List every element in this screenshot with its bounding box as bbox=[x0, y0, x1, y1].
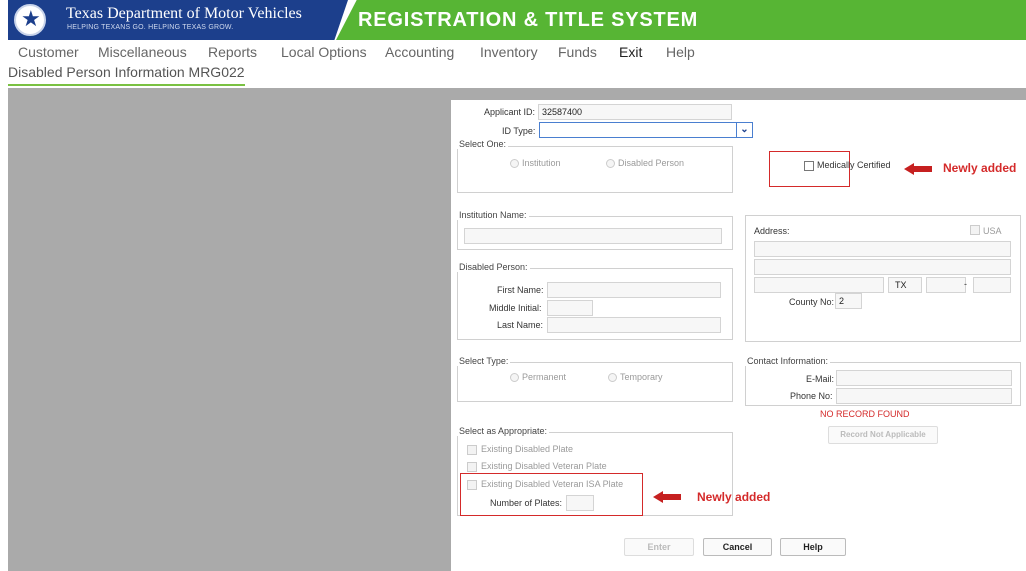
module-title-underline bbox=[8, 84, 245, 86]
menu-reports[interactable]: Reports bbox=[208, 44, 257, 60]
chevron-down-icon[interactable]: ⌄ bbox=[736, 122, 752, 138]
system-title: REGISTRATION & TITLE SYSTEM bbox=[358, 9, 699, 31]
select-type-legend: Select Type: bbox=[457, 356, 511, 366]
app-header: ★ Texas Department of Motor Vehicles HEL… bbox=[0, 0, 1026, 40]
existing-disabled-veteran-plate-checkbox[interactable] bbox=[467, 462, 477, 472]
main-menu: Customer Miscellaneous Reports Local Opt… bbox=[8, 42, 1026, 64]
menu-customer[interactable]: Customer bbox=[18, 44, 79, 60]
menu-inventory[interactable]: Inventory bbox=[480, 44, 538, 60]
zip-input[interactable] bbox=[926, 277, 966, 293]
applicant-id-label: Applicant ID: bbox=[484, 107, 536, 117]
logo-title: Texas Department of Motor Vehicles bbox=[66, 5, 302, 22]
logo-subtitle: HELPING TEXANS GO. HELPING TEXAS GROW. bbox=[67, 24, 234, 31]
disabled-person-radio[interactable] bbox=[606, 159, 615, 168]
temporary-radio[interactable] bbox=[608, 373, 617, 382]
enter-button[interactable]: Enter bbox=[624, 538, 694, 556]
select-appropriate-legend: Select as Appropriate: bbox=[457, 426, 550, 436]
email-input[interactable] bbox=[836, 370, 1012, 386]
permanent-radio[interactable] bbox=[510, 373, 519, 382]
medically-certified-checkbox[interactable] bbox=[804, 161, 814, 171]
menu-miscellaneous[interactable]: Miscellaneous bbox=[98, 44, 187, 60]
background-area bbox=[8, 88, 451, 571]
institution-radio-label: Institution bbox=[522, 158, 561, 168]
star-icon: ★ bbox=[21, 6, 41, 31]
city-input[interactable] bbox=[754, 277, 884, 293]
contact-legend: Contact Information: bbox=[745, 356, 831, 366]
county-no-input[interactable]: 2 bbox=[835, 293, 862, 309]
middle-initial-input[interactable] bbox=[547, 300, 593, 316]
menu-accounting[interactable]: Accounting bbox=[385, 44, 454, 60]
number-of-plates-label: Number of Plates: bbox=[490, 498, 563, 508]
help-button[interactable]: Help bbox=[780, 538, 846, 556]
usa-checkbox[interactable] bbox=[970, 225, 980, 235]
permanent-radio-label: Permanent bbox=[522, 372, 567, 382]
medically-certified-label: Medically Certified bbox=[817, 160, 891, 170]
phone-input[interactable] bbox=[836, 388, 1012, 404]
usa-label: USA bbox=[983, 226, 1002, 236]
id-type-select[interactable]: ⌄ bbox=[539, 122, 753, 138]
first-name-label: First Name: bbox=[497, 285, 544, 295]
middle-initial-label: Middle Initial: bbox=[489, 303, 542, 313]
address-label: Address: bbox=[754, 226, 790, 236]
last-name-input[interactable] bbox=[547, 317, 721, 333]
id-type-label: ID Type: bbox=[502, 126, 536, 136]
email-label: E-Mail: bbox=[806, 374, 835, 384]
applicant-id-field[interactable]: 32587400 bbox=[538, 104, 732, 120]
applicant-id-value: 32587400 bbox=[542, 107, 583, 117]
state-value: TX bbox=[895, 280, 907, 290]
select-one-legend: Select One: bbox=[457, 139, 509, 149]
existing-disabled-plate-checkbox[interactable] bbox=[467, 445, 477, 455]
select-one-group: Select One: bbox=[457, 139, 733, 193]
existing-disabled-veteran-isa-plate-label: Existing Disabled Veteran ISA Plate bbox=[481, 479, 624, 489]
county-no-label: County No: bbox=[789, 297, 835, 307]
newly-added-annotation-2: Newly added bbox=[697, 490, 771, 504]
cancel-button[interactable]: Cancel bbox=[703, 538, 772, 556]
temporary-radio-label: Temporary bbox=[620, 372, 663, 382]
first-name-input[interactable] bbox=[547, 282, 721, 298]
no-record-found: NO RECORD FOUND bbox=[820, 409, 910, 419]
background-band bbox=[451, 88, 1026, 100]
menu-funds[interactable]: Funds bbox=[558, 44, 597, 60]
state-input[interactable]: TX bbox=[888, 277, 922, 293]
newly-added-annotation-1: Newly added bbox=[943, 161, 1017, 175]
last-name-label: Last Name: bbox=[497, 320, 544, 330]
address-line-2[interactable] bbox=[754, 259, 1011, 275]
existing-disabled-veteran-isa-plate-checkbox[interactable] bbox=[467, 480, 477, 490]
arrow-left-icon bbox=[653, 491, 681, 503]
institution-name-legend: Institution Name: bbox=[457, 210, 529, 220]
existing-disabled-plate-label: Existing Disabled Plate bbox=[481, 444, 574, 454]
existing-disabled-veteran-plate-label: Existing Disabled Veteran Plate bbox=[481, 461, 607, 471]
record-not-applicable-button[interactable]: Record Not Applicable bbox=[828, 426, 938, 444]
arrow-left-icon bbox=[904, 163, 932, 175]
zip-dash: - bbox=[964, 279, 967, 289]
phone-label: Phone No: bbox=[790, 391, 833, 401]
number-of-plates-input[interactable] bbox=[566, 495, 594, 511]
institution-radio[interactable] bbox=[510, 159, 519, 168]
module-title: Disabled Person Information MRG022 bbox=[8, 64, 245, 80]
menu-help[interactable]: Help bbox=[666, 44, 695, 60]
menu-exit[interactable]: Exit bbox=[619, 44, 642, 60]
county-no-value: 2 bbox=[839, 296, 845, 306]
address-line-1[interactable] bbox=[754, 241, 1011, 257]
institution-name-input[interactable] bbox=[464, 228, 722, 244]
disabled-person-radio-label: Disabled Person bbox=[618, 158, 685, 168]
menu-local-options[interactable]: Local Options bbox=[281, 44, 367, 60]
disabled-person-legend: Disabled Person: bbox=[457, 262, 530, 272]
select-type-group: Select Type: bbox=[457, 356, 733, 402]
zip4-input[interactable] bbox=[973, 277, 1011, 293]
